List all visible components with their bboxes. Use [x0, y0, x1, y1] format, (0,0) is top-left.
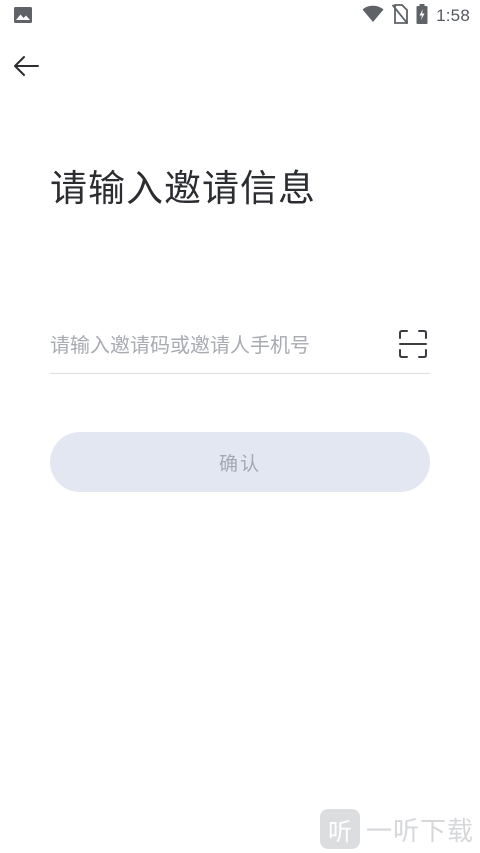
page-title: 请输入邀请信息 — [50, 167, 316, 210]
status-time: 1:58 — [436, 6, 470, 25]
invite-code-input[interactable] — [50, 324, 380, 366]
confirm-button[interactable]: 确认 — [50, 432, 430, 492]
arrow-left-icon — [14, 56, 39, 76]
scan-icon — [399, 330, 427, 358]
image-icon — [14, 7, 32, 23]
battery-charging-icon — [416, 4, 428, 28]
watermark-text: 一听下载 — [365, 816, 474, 847]
no-sim-icon — [391, 4, 409, 28]
status-icons: 1:58 — [362, 4, 470, 28]
invite-input-row — [50, 318, 430, 374]
scan-button[interactable] — [398, 329, 428, 359]
status-bar: 1:58 — [0, 0, 480, 32]
wifi-icon — [362, 5, 384, 27]
back-button[interactable] — [8, 48, 44, 84]
watermark-logo: 听 — [319, 809, 360, 849]
watermark: 听 一听下载 — [319, 809, 474, 849]
